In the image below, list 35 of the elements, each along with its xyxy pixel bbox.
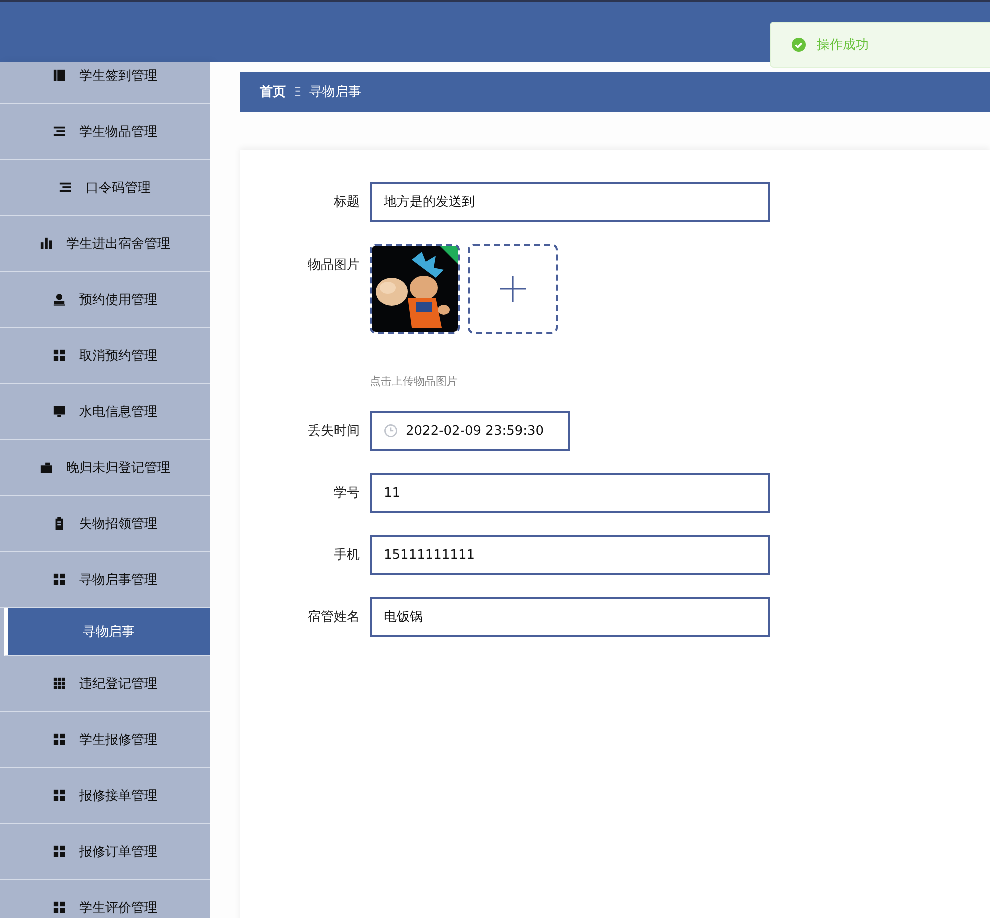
wallet-icon <box>40 461 52 474</box>
breadcrumb-separator: Ξ <box>294 85 302 99</box>
input-field[interactable]: 15111111111 <box>370 535 770 575</box>
submenu-item[interactable]: 寻物启事 <box>4 608 210 656</box>
grid-icon <box>52 845 66 858</box>
list-icon <box>52 125 66 138</box>
grid-icon <box>52 789 66 802</box>
monitor-icon <box>52 405 66 418</box>
upload-hint: 点击上传物品图片 <box>370 374 459 389</box>
field-label: 丢失时间 <box>307 423 360 440</box>
bar-chart-icon <box>40 237 52 250</box>
input-field[interactable]: 地方是的发送到 <box>370 182 770 222</box>
field-label: 物品图片 <box>307 257 360 274</box>
breadcrumb-link[interactable]: 寻物启事 <box>310 83 362 101</box>
user-icon <box>52 293 66 306</box>
toast-message: 操作成功 <box>817 37 869 54</box>
field-label: 宿管姓名 <box>307 609 360 626</box>
upload-button[interactable] <box>468 244 558 334</box>
clock-icon <box>384 424 398 438</box>
grid-icon <box>52 349 66 362</box>
field-label: 手机 <box>333 547 360 564</box>
grid-icon <box>52 733 66 746</box>
input-field[interactable]: 电饭锅 <box>370 597 770 637</box>
list-icon <box>59 181 72 194</box>
grid-icon <box>52 677 66 690</box>
book-icon <box>52 69 66 82</box>
date-field[interactable]: 2022-02-09 23:59:30 <box>370 411 570 451</box>
input-field[interactable]: 11 <box>370 473 770 513</box>
field-label: 标题 <box>333 194 360 211</box>
breadcrumb-link[interactable]: 首页 <box>260 83 286 101</box>
field-label: 学号 <box>333 485 360 502</box>
grid-icon <box>52 573 66 586</box>
plus-icon <box>499 275 527 303</box>
grid-icon <box>52 901 66 914</box>
check-circle-icon <box>791 37 807 53</box>
